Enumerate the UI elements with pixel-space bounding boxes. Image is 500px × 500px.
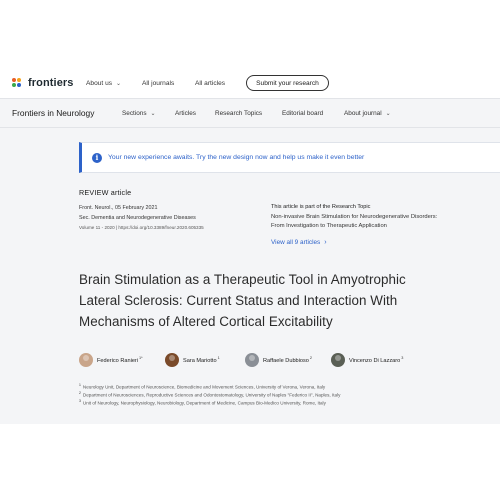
article-title-line-2: Lateral Sclerosis: Current Status and In… <box>79 293 398 308</box>
journal-nav-editorial-board-label: Editorial board <box>282 110 324 117</box>
view-all-articles-link[interactable]: View all 9 articles › <box>271 239 327 246</box>
journal-nav-articles[interactable]: Articles <box>175 110 196 117</box>
nav-all-articles[interactable]: All articles <box>195 80 225 87</box>
author-name: Federico Ranieri1* <box>97 356 143 364</box>
info-icon: i <box>92 152 102 163</box>
nav-all-journals[interactable]: All journals <box>142 80 174 87</box>
submit-research-button[interactable]: Submit your research <box>246 75 329 91</box>
journal-nav-research-topics-label: Research Topics <box>215 110 263 117</box>
avatar <box>165 353 179 367</box>
journal-nav-sections[interactable]: Sections ⌄ <box>122 110 156 117</box>
affiliation-1: 1 Neurology Unit, Department of Neuroscie… <box>79 383 326 390</box>
avatar <box>331 353 345 367</box>
frontiers-logo-icon <box>12 77 25 89</box>
journal-nav-research-topics[interactable]: Research Topics <box>215 110 262 117</box>
chevron-down-icon: ⌄ <box>385 111 391 117</box>
author-affiliation-sup: 1 <box>217 356 220 361</box>
research-topic-title-line-2[interactable]: From Investigation to Therapeutic Applic… <box>271 223 387 229</box>
author-name: Raffaele Dubbioso2 <box>263 356 313 364</box>
affiliation-3: 3 Unit of Neurology, Neurophysiology, Neu… <box>79 399 326 406</box>
journal-nav-sections-label: Sections <box>122 110 147 117</box>
author-name: Sara Mariotto1 <box>183 356 220 364</box>
author-affiliation-sup: 1* <box>139 356 143 361</box>
nav-about-us[interactable]: About us ⌄ <box>86 80 121 87</box>
author-name: Vincenzo Di Lazzaro3 <box>349 356 404 364</box>
journal-nav-about-journal-label: About journal <box>344 110 382 117</box>
article-title-line-1: Brain Stimulation as a Therapeutic Tool … <box>79 272 406 287</box>
article-title-line-3: Mechanisms of Altered Cortical Excitabil… <box>79 314 333 329</box>
author-federico-ranieri[interactable]: Federico Ranieri1* <box>79 353 143 367</box>
article-volume-doi[interactable]: Volume 11 - 2020 | https://doi.org/10.33… <box>79 225 204 230</box>
affiliation-2: 2 Department of Neurosciences, Reproducti… <box>79 391 341 398</box>
logo-text: frontiers <box>28 77 74 89</box>
author-vincenzo-di-lazzaro[interactable]: Vincenzo Di Lazzaro3 <box>331 353 403 367</box>
new-experience-banner[interactable]: i Your new experience awaits. Try the ne… <box>79 142 500 173</box>
article-citation: Front. Neurol., 05 February 2021 <box>79 205 158 211</box>
frontiers-logo[interactable]: frontiers <box>12 77 74 89</box>
global-header: frontiers About us ⌄ All journals All ar… <box>0 70 500 98</box>
journal-nav-editorial-board[interactable]: Editorial board <box>282 110 323 117</box>
journal-nav-about-journal[interactable]: About journal ⌄ <box>344 110 391 117</box>
nav-about-us-label: About us <box>86 80 113 87</box>
author-affiliation-sup: 2 <box>309 356 313 361</box>
author-affiliation-sup: 3 <box>401 356 404 361</box>
chevron-down-icon: ⌄ <box>116 81 122 87</box>
journal-title[interactable]: Frontiers in Neurology <box>12 108 94 118</box>
article-type: REVIEW article <box>79 188 132 197</box>
journal-bar: Frontiers in Neurology Sections ⌄ Articl… <box>0 98 500 128</box>
author-raffaele-dubbioso[interactable]: Raffaele Dubbioso2 <box>245 353 312 367</box>
research-topic-label: This article is part of the Research Top… <box>271 204 371 210</box>
avatar <box>245 353 259 367</box>
author-sara-mariotto[interactable]: Sara Mariotto1 <box>165 353 220 367</box>
avatar <box>79 353 93 367</box>
article-section[interactable]: Sec. Dementia and Neurodegenerative Dise… <box>79 215 196 221</box>
view-all-articles-label: View all 9 articles <box>271 239 321 246</box>
research-topic-title-line-1[interactable]: Non-invasive Brain Stimulation for Neuro… <box>271 214 437 220</box>
nav-all-articles-label: All articles <box>195 80 226 87</box>
chevron-down-icon: ⌄ <box>150 111 156 117</box>
nav-all-journals-label: All journals <box>142 80 175 87</box>
banner-text: Your new experience awaits. Try the new … <box>108 154 365 161</box>
chevron-right-icon: › <box>324 239 327 246</box>
author-list: Federico Ranieri1* Sara Mariotto1 Raffae… <box>79 353 499 369</box>
journal-nav-articles-label: Articles <box>175 110 196 117</box>
